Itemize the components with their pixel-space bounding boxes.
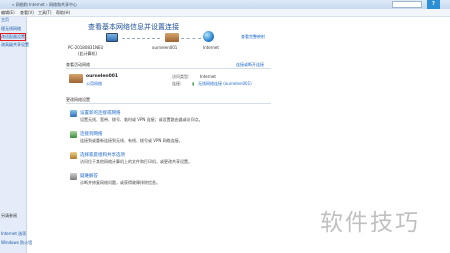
menu-bar: 编辑(E) 查看(V) 工具(T) 帮助(H) (0, 9, 450, 17)
task-connect-network-desc: 连接到或重新连接到无线、有线、拨号或 VPN 网络连接。 (80, 138, 183, 143)
task-new-connection-desc: 设置无线、宽带、拨号、临时或 VPN 连接；或设置路由器或访问点。 (80, 117, 203, 122)
sidebar: 主页 理无线网络 改适配器设置 改高级共享设置 另请参阅 Internet 选项… (0, 17, 32, 253)
connections-label: 连接: (172, 81, 182, 86)
homegroup-icon (70, 152, 77, 159)
view-full-map-link[interactable]: 查看完整映射 (241, 34, 265, 40)
map-connector (122, 38, 160, 39)
divider (66, 103, 271, 104)
sidebar-see-also: 另请参阅 (1, 213, 17, 218)
search-input[interactable] (392, 1, 422, 8)
network-bench-icon[interactable] (165, 33, 179, 42)
access-type-label: 访问类型: (172, 74, 190, 79)
sidebar-item-manage-wireless[interactable]: 理无线网络 (1, 26, 21, 32)
computer-sub: (此计算机) (78, 51, 98, 56)
title-bar: « 网络和 Internet › 网络和共享中心 ? (0, 0, 450, 9)
menu-tools[interactable]: 工具(T) (38, 10, 52, 16)
connections-link[interactable]: 无线网络连接 (ournelen001) (198, 81, 252, 87)
task-new-connection[interactable]: 设置新的连接或网络 (80, 110, 121, 116)
active-network-name: ournelen001 (86, 74, 118, 79)
breadcrumb[interactable]: « 网络和 Internet › 网络和共享中心 (12, 2, 77, 8)
task-homegroup[interactable]: 选择家庭组和共享选项 (80, 152, 125, 158)
troubleshoot-icon (70, 173, 77, 180)
task-connect-network[interactable]: 连接到网络 (80, 131, 103, 137)
menu-edit[interactable]: 编辑(E) (1, 10, 15, 16)
network-type-link[interactable]: 公用网络 (86, 81, 102, 87)
map-connector (181, 38, 201, 39)
help-icon[interactable]: ? (427, 0, 440, 9)
internet-globe-icon[interactable] (203, 31, 214, 42)
active-network-icon[interactable] (69, 74, 83, 83)
menu-help[interactable]: 帮助(H) (56, 10, 70, 16)
divider (66, 68, 271, 69)
computer-icon (106, 33, 118, 42)
connect-network-icon (70, 131, 77, 138)
internet-label: Internet (203, 45, 219, 50)
sidebar-item-home[interactable]: 主页 (1, 17, 9, 23)
page-title: 查看基本网络信息并设置连接 (88, 23, 179, 31)
wifi-signal-icon: ▮ (192, 81, 195, 86)
sidebar-item-internet-options[interactable]: Internet 选项 (1, 231, 26, 237)
task-troubleshoot[interactable]: 疑难解答 (80, 173, 98, 179)
sidebar-item-advanced-sharing[interactable]: 改高级共享设置 (1, 42, 29, 48)
watermark-text: 软件技巧 (320, 210, 420, 236)
new-connection-icon (70, 110, 77, 117)
sidebar-item-adapter-settings[interactable]: 改适配器设置 (0, 33, 26, 41)
access-type-value: Internet (200, 74, 216, 79)
network-name-label: ournelen001 (152, 45, 178, 50)
task-homegroup-desc: 访问位于其他网络计算机上的文件和打印机，或更改共享设置。 (80, 159, 192, 164)
computer-name: PC-20180831NEU (68, 45, 104, 50)
menu-view[interactable]: 查看(V) (20, 10, 34, 16)
task-troubleshoot-desc: 诊断并修复网络问题，或获得故障排除信息。 (80, 180, 160, 185)
